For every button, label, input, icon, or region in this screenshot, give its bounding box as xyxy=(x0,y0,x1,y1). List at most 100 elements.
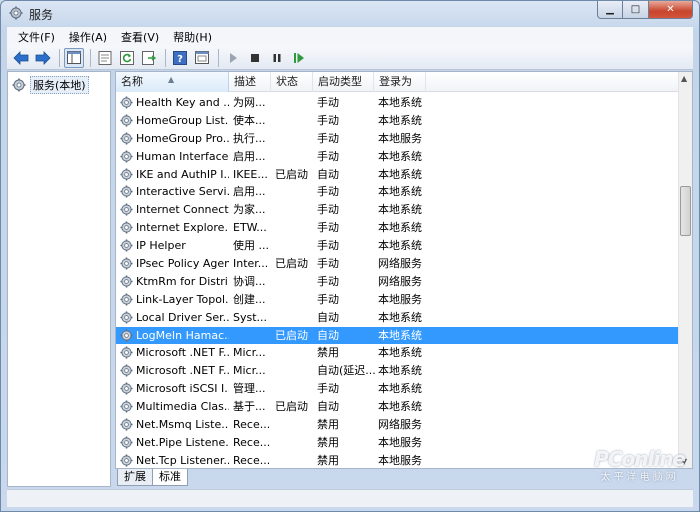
table-row[interactable]: KtmRm for Distri... 协调... 手动 网络服务 xyxy=(116,273,680,291)
table-row[interactable]: LogMeIn Hamac... 已启动 自动 本地系统 xyxy=(116,326,680,345)
tree-item-services-local[interactable]: 服务(本地) xyxy=(12,76,89,94)
table-row[interactable]: Internet Connect... 为家... 手动 本地系统 xyxy=(116,201,680,219)
column-header-startup-type[interactable]: 启动类型 xyxy=(313,72,374,92)
service-description-cell: Inter... xyxy=(233,257,269,271)
service-description-cell: Micr... xyxy=(233,364,266,378)
menu-bar: 文件(F) 操作(A) 查看(V) 帮助(H) xyxy=(7,27,693,46)
maximize-button[interactable]: □ xyxy=(623,1,649,19)
table-row[interactable]: Link-Layer Topol... 创建... 手动 本地服务 xyxy=(116,291,680,309)
column-header-description[interactable]: 描述 xyxy=(229,72,271,92)
service-log-on-as-cell: 本地系统 xyxy=(378,364,422,378)
service-name-cell: HomeGroup List... xyxy=(136,113,229,127)
service-gear-icon xyxy=(120,436,133,449)
export-list-icon xyxy=(142,50,156,65)
console-view-button[interactable] xyxy=(192,48,212,68)
service-gear-icon xyxy=(120,221,133,234)
table-row[interactable]: Human Interface... 启用... 手动 本地系统 xyxy=(116,148,680,166)
service-log-on-as-cell: 本地系统 xyxy=(378,149,422,163)
table-row[interactable]: IPsec Policy Agent Inter... 已启动 手动 网络服务 xyxy=(116,255,680,273)
restart-service-button[interactable] xyxy=(289,48,309,68)
watermark-logo: PConline 太平洋电脑网 xyxy=(594,447,686,483)
toolbar: ? xyxy=(7,46,693,70)
vertical-scrollbar[interactable]: ▲ ▼ xyxy=(678,72,692,468)
table-row[interactable]: Microsoft .NET F... Micr... 自动(延迟... 本地系统 xyxy=(116,362,680,380)
service-name-cell: Microsoft .NET F... xyxy=(136,364,229,378)
table-row[interactable]: IKE and AuthIP I... IKEE... 已启动 自动 本地系统 xyxy=(116,166,680,184)
svg-text:?: ? xyxy=(177,54,183,65)
minimize-button[interactable]: ▁ xyxy=(597,1,623,19)
service-description-cell: 为家... xyxy=(233,203,266,217)
tree-item-label: 服务(本地) xyxy=(30,76,89,94)
stop-service-button[interactable] xyxy=(245,48,265,68)
show-hide-console-tree-icon xyxy=(67,51,81,64)
column-header-status[interactable]: 状态 xyxy=(271,72,313,92)
table-row[interactable]: HomeGroup List... 使本... 手动 本地系统 xyxy=(116,112,680,130)
pause-service-button[interactable] xyxy=(267,48,287,68)
service-name-cell: Internet Connect... xyxy=(136,203,229,217)
close-button[interactable]: ✕ xyxy=(649,1,693,19)
table-row[interactable]: Local Driver Ser... Syst... 自动 本地系统 xyxy=(116,309,680,327)
table-row[interactable]: Interactive Servi... 启用... 手动 本地系统 xyxy=(116,183,680,201)
scroll-up-arrow-icon[interactable]: ▲ xyxy=(681,74,687,83)
title-bar[interactable]: 服务 ▁ □ ✕ xyxy=(1,1,699,25)
service-name-cell: IKE and AuthIP I... xyxy=(136,167,229,181)
maximize-icon: □ xyxy=(630,4,641,15)
service-log-on-as-cell: 本地服务 xyxy=(378,131,422,145)
stop-service-icon xyxy=(251,53,259,62)
menu-file[interactable]: 文件(F) xyxy=(11,29,62,45)
service-log-on-as-cell: 本地系统 xyxy=(378,221,422,235)
service-description-cell: IKEE... xyxy=(233,167,268,181)
service-name-cell: IPsec Policy Agent xyxy=(136,257,229,271)
service-gear-icon xyxy=(120,257,133,270)
table-row[interactable]: IP Helper 使用 ... 手动 本地系统 xyxy=(116,237,680,255)
table-row[interactable]: Multimedia Clas... 基于... 已启动 自动 本地系统 xyxy=(116,398,680,416)
service-name-cell: KtmRm for Distri... xyxy=(136,274,229,288)
menu-help[interactable]: 帮助(H) xyxy=(166,29,219,45)
column-header-name[interactable]: ▲ 名称 xyxy=(116,72,229,92)
console-tree-pane: 服务(本地) xyxy=(7,71,111,487)
table-row[interactable]: Internet Explore... ETW... 手动 本地系统 xyxy=(116,219,680,237)
window-title: 服务 xyxy=(29,8,54,22)
service-log-on-as-cell: 本地服务 xyxy=(378,435,422,449)
service-description-cell: Micr... xyxy=(233,346,266,360)
table-row[interactable]: HomeGroup Pro... 执行... 手动 本地服务 xyxy=(116,130,680,148)
service-gear-icon xyxy=(120,114,133,127)
service-description-cell: Rece... xyxy=(233,453,269,467)
table-row[interactable]: Health Key and ... 为网... 手动 本地系统 xyxy=(116,94,680,112)
forward-arrow-icon xyxy=(35,50,51,65)
forward-button[interactable] xyxy=(33,48,53,68)
minimize-icon: ▁ xyxy=(606,4,614,15)
services-gear-icon xyxy=(12,78,26,92)
menu-view[interactable]: 查看(V) xyxy=(114,29,166,45)
properties-icon xyxy=(98,50,112,65)
tab-standard[interactable]: 标准 xyxy=(152,469,188,486)
table-row[interactable]: Microsoft .NET F... Micr... 禁用 本地系统 xyxy=(116,344,680,362)
service-gear-icon xyxy=(120,132,133,145)
service-gear-icon xyxy=(120,329,133,342)
service-description-cell: 为网... xyxy=(233,96,266,109)
service-log-on-as-cell: 本地服务 xyxy=(378,453,422,467)
table-row[interactable]: Net.Msmq Liste... Rece... 禁用 网络服务 xyxy=(116,416,680,434)
back-button[interactable] xyxy=(11,48,31,68)
start-service-button[interactable] xyxy=(223,48,243,68)
refresh-icon xyxy=(120,50,134,65)
scrollbar-thumb[interactable] xyxy=(680,186,691,236)
help-button[interactable]: ? xyxy=(170,48,190,68)
service-log-on-as-cell: 本地系统 xyxy=(378,400,422,414)
column-header-log-on-as[interactable]: 登录为 xyxy=(374,72,426,92)
service-name-cell: Net.Msmq Liste... xyxy=(136,418,229,432)
refresh-button[interactable] xyxy=(117,48,137,68)
service-startup-type-cell: 禁用 xyxy=(317,435,339,449)
service-gear-icon xyxy=(120,168,133,181)
service-gear-icon xyxy=(120,400,133,413)
menu-action[interactable]: 操作(A) xyxy=(62,29,114,45)
services-gear-icon xyxy=(9,6,23,20)
export-list-button[interactable] xyxy=(139,48,159,68)
tab-extended[interactable]: 扩展 xyxy=(117,469,153,486)
properties-button[interactable] xyxy=(95,48,115,68)
services-window: 服务 ▁ □ ✕ 文件(F) 操作(A) 查看(V) 帮助(H) ? 服务(本地… xyxy=(0,0,700,512)
service-name-cell: Human Interface... xyxy=(136,149,229,163)
table-row[interactable]: Microsoft iSCSI I... 管理... 手动 本地系统 xyxy=(116,380,680,398)
service-startup-type-cell: 自动 xyxy=(317,400,339,414)
show-hide-tree-button[interactable] xyxy=(64,47,84,68)
